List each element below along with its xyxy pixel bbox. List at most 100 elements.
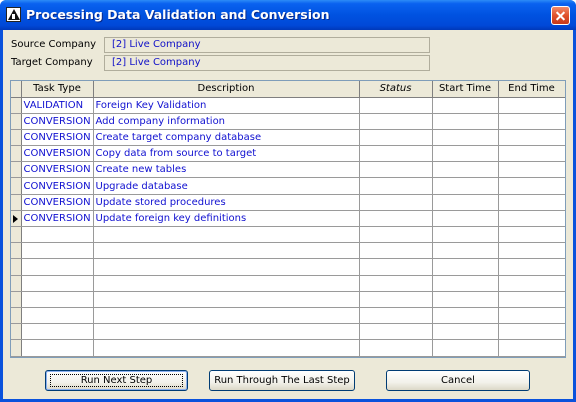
description-cell[interactable]: Update foreign key definitions: [93, 210, 360, 228]
empty-cell: [432, 242, 499, 260]
row-indicator[interactable]: [11, 97, 22, 114]
grid-body: VALIDATION Foreign Key Validation CONVERSI…: [11, 97, 565, 357]
source-company-value: [2] Live Company: [104, 37, 430, 53]
status-cell[interactable]: [359, 210, 433, 228]
empty-cell: [432, 339, 499, 357]
status-cell[interactable]: [359, 129, 433, 147]
empty-cell: [359, 258, 433, 276]
start-time-cell[interactable]: [432, 129, 499, 147]
status-cell[interactable]: [359, 97, 433, 114]
status-cell[interactable]: [359, 145, 433, 163]
end-time-cell[interactable]: [498, 97, 565, 114]
start-time-cell[interactable]: [432, 145, 499, 163]
description-cell[interactable]: Foreign Key Validation: [93, 97, 360, 114]
row-indicator[interactable]: [11, 145, 22, 163]
start-time-cell[interactable]: [432, 210, 499, 228]
empty-cell: [432, 258, 499, 276]
table-row[interactable]: CONVERSION Create target company database: [11, 129, 565, 147]
end-time-cell[interactable]: [498, 177, 565, 195]
empty-row: [11, 275, 565, 292]
window-title: Processing Data Validation and Conversio…: [26, 7, 330, 22]
row-indicator[interactable]: [11, 161, 22, 179]
status-cell[interactable]: [359, 177, 433, 195]
task-type-cell[interactable]: CONVERSION: [21, 210, 94, 228]
description-cell[interactable]: Create target company database: [93, 129, 360, 147]
start-time-cell[interactable]: [432, 161, 499, 179]
focus-rect: [50, 374, 183, 387]
end-time-cell[interactable]: [498, 161, 565, 179]
status-cell[interactable]: [359, 194, 433, 211]
table-row[interactable]: CONVERSION Upgrade database: [11, 177, 565, 195]
description-cell[interactable]: Add company information: [93, 113, 360, 130]
row-indicator: [11, 339, 22, 357]
task-type-cell[interactable]: VALIDATION: [21, 97, 94, 114]
description-cell[interactable]: Create new tables: [93, 161, 360, 179]
task-type-cell[interactable]: CONVERSION: [21, 194, 94, 211]
empty-row: [11, 258, 565, 276]
status-cell[interactable]: [359, 113, 433, 130]
empty-cell: [21, 258, 94, 276]
table-row[interactable]: VALIDATION Foreign Key Validation: [11, 97, 565, 114]
empty-cell: [93, 258, 360, 276]
start-time-cell[interactable]: [432, 194, 499, 211]
task-type-cell[interactable]: CONVERSION: [21, 129, 94, 147]
run-through-last-step-button[interactable]: Run Through The Last Step: [209, 370, 355, 391]
title-bar[interactable]: Processing Data Validation and Conversio…: [0, 0, 576, 30]
row-indicator[interactable]: [11, 194, 22, 211]
task-type-cell[interactable]: CONVERSION: [21, 113, 94, 130]
status-cell[interactable]: [359, 161, 433, 179]
row-indicator-header: [11, 81, 22, 98]
empty-cell: [498, 258, 565, 276]
task-grid[interactable]: Task Type Description Status Start Time …: [10, 80, 566, 358]
empty-cell: [432, 226, 499, 244]
close-button[interactable]: [551, 6, 570, 25]
table-row[interactable]: CONVERSION Add company information: [11, 113, 565, 130]
empty-cell: [93, 307, 360, 325]
column-header-status[interactable]: Status: [359, 81, 433, 98]
target-company-label: Target Company: [11, 57, 93, 68]
row-indicator[interactable]: [11, 210, 22, 228]
grid-header-row: Task Type Description Status Start Time …: [11, 81, 565, 98]
task-type-cell[interactable]: CONVERSION: [21, 177, 94, 195]
table-row[interactable]: CONVERSION Copy data from source to targe…: [11, 145, 565, 163]
description-cell[interactable]: Upgrade database: [93, 177, 360, 195]
empty-cell: [21, 275, 94, 292]
row-pointer-icon: [13, 214, 18, 223]
row-indicator[interactable]: [11, 129, 22, 147]
end-time-cell[interactable]: [498, 113, 565, 130]
description-cell[interactable]: Copy data from source to target: [93, 145, 360, 163]
cancel-button[interactable]: Cancel: [386, 370, 530, 391]
end-time-cell[interactable]: [498, 210, 565, 228]
empty-row: [11, 291, 565, 308]
column-header-task-type[interactable]: Task Type: [21, 81, 94, 98]
end-time-cell[interactable]: [498, 145, 565, 163]
empty-row: [11, 323, 565, 341]
row-indicator[interactable]: [11, 177, 22, 195]
table-row[interactable]: CONVERSION Update foreign key definitions: [11, 210, 565, 228]
end-time-cell[interactable]: [498, 194, 565, 211]
empty-cell: [93, 323, 360, 341]
start-time-cell[interactable]: [432, 113, 499, 130]
column-header-start-time[interactable]: Start Time: [432, 81, 499, 98]
empty-cell: [21, 307, 94, 325]
dialog-body: Source Company [2] Live Company Target C…: [3, 30, 573, 399]
empty-cell: [93, 291, 360, 308]
column-header-end-time[interactable]: End Time: [498, 81, 565, 98]
table-row[interactable]: CONVERSION Update stored procedures: [11, 194, 565, 211]
empty-cell: [498, 242, 565, 260]
description-cell[interactable]: Update stored procedures: [93, 194, 360, 211]
column-header-description[interactable]: Description: [93, 81, 360, 98]
run-next-step-button[interactable]: Run Next Step: [45, 370, 188, 391]
empty-cell: [432, 291, 499, 308]
empty-cell: [432, 275, 499, 292]
cancel-label: Cancel: [441, 375, 475, 386]
start-time-cell[interactable]: [432, 177, 499, 195]
end-time-cell[interactable]: [498, 129, 565, 147]
task-type-cell[interactable]: CONVERSION: [21, 161, 94, 179]
start-time-cell[interactable]: [432, 97, 499, 114]
empty-row: [11, 242, 565, 260]
table-row[interactable]: CONVERSION Create new tables: [11, 161, 565, 179]
row-indicator[interactable]: [11, 113, 22, 130]
empty-cell: [498, 226, 565, 244]
task-type-cell[interactable]: CONVERSION: [21, 145, 94, 163]
